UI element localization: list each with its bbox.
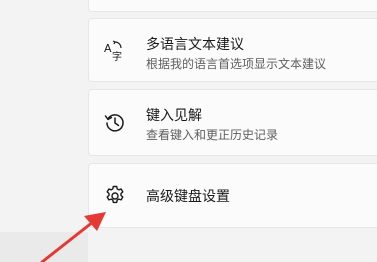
red-pointer-arrow bbox=[40, 212, 106, 262]
